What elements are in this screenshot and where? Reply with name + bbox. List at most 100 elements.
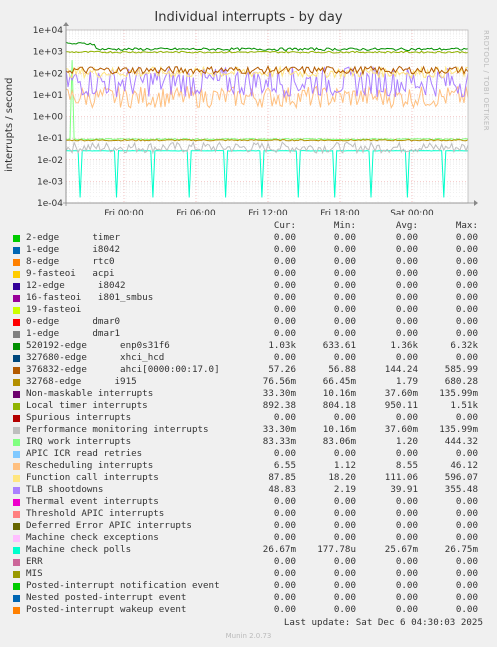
series-name: ERR xyxy=(26,556,43,567)
legend-row: MIS 0.00 0.00 0.00 0.00 xyxy=(0,568,497,580)
legend-row: APIC ICR read retries 0.00 0.00 0.00 0.00 xyxy=(0,448,497,460)
series-min: 0.00 xyxy=(333,568,356,579)
series-min: 83.06m xyxy=(322,436,356,447)
series-cur: 0.00 xyxy=(273,508,296,519)
series-avg: 0.00 xyxy=(395,232,418,243)
series-min: 633.61 xyxy=(322,340,356,351)
legend-swatch xyxy=(13,511,20,518)
series-cur: 0.00 xyxy=(273,316,296,327)
series-cur: 26.67m xyxy=(262,544,296,555)
series-avg: 0.00 xyxy=(395,556,418,567)
series-max: 0.00 xyxy=(455,352,478,363)
series-avg: 0.00 xyxy=(395,592,418,603)
series-avg: 0.00 xyxy=(395,268,418,279)
series-cur: 0.00 xyxy=(273,280,296,291)
legend-swatch xyxy=(13,391,20,398)
chart-plot: 1e-04 1e-03 1e-02 1e-01 1e+00 1e+01 1e+02 1e+03… xyxy=(33,22,478,215)
legend-row: Non-maskable interrupts 33.30m 10.16m 37.60… xyxy=(0,388,497,400)
series-min: 2.19 xyxy=(333,484,356,495)
series-avg: 0.00 xyxy=(395,496,418,507)
series-cur: 57.26 xyxy=(268,364,296,375)
legend-row: 32768-edge i915 76.56m 66.45m 1.79 680.28 xyxy=(0,376,497,388)
series-max: 0.00 xyxy=(455,268,478,279)
series-name: 376832-edge ahci[0000:00:17.0] xyxy=(26,364,220,375)
series-min: 0.00 xyxy=(333,556,356,567)
series-cur: 892.38 xyxy=(262,400,296,411)
series-name: 1-edge i8042 xyxy=(26,244,121,255)
legend-swatch xyxy=(13,451,20,458)
series-cur: 87.85 xyxy=(268,472,296,483)
legend-swatch xyxy=(13,295,20,302)
series-name: 19-fasteoi xyxy=(26,304,82,315)
legend-row: 9-fasteoi acpi 0.00 0.00 0.00 0.00 xyxy=(0,268,497,280)
series-min: 0.00 xyxy=(333,244,356,255)
legend-swatch xyxy=(13,331,20,338)
legend-swatch xyxy=(13,523,20,530)
series-avg: 1.79 xyxy=(395,376,418,387)
series-cur: 33.30m xyxy=(262,424,296,435)
series-name: Function call interrupts xyxy=(26,472,159,483)
series-name: Posted-interrupt wakeup event xyxy=(26,604,187,615)
series-min: 0.00 xyxy=(333,520,356,531)
series-max: 0.00 xyxy=(455,280,478,291)
series-min: 0.00 xyxy=(333,592,356,603)
legend-row: 8-edge rtc0 0.00 0.00 0.00 0.00 xyxy=(0,256,497,268)
last-update: Last update: Sat Dec 6 04:30:03 2025 xyxy=(283,617,483,628)
legend-row: Spurious interrupts 0.00 0.00 0.00 0.00 xyxy=(0,412,497,424)
series-cur: 0.00 xyxy=(273,244,296,255)
series-min: 0.00 xyxy=(333,256,356,267)
legend-swatch xyxy=(13,247,20,254)
header-avg: Avg: xyxy=(395,220,418,231)
series-avg: 37.60m xyxy=(384,388,418,399)
series-cur: 0.00 xyxy=(273,304,296,315)
legend-row: Machine check polls 26.67m 177.78u 25.67m 26… xyxy=(0,544,497,556)
series-avg: 0.00 xyxy=(395,580,418,591)
legend-row: Machine check exceptions 0.00 0.00 0.00 0.00 xyxy=(0,532,497,544)
legend-swatch xyxy=(13,355,20,362)
series-cur: 0.00 xyxy=(273,448,296,459)
series-cur: 6.55 xyxy=(273,460,296,471)
series-name: MIS xyxy=(26,568,43,579)
series-max: 0.00 xyxy=(455,256,478,267)
series-name: 12-edge i8042 xyxy=(26,280,126,291)
series-min: 0.00 xyxy=(333,328,356,339)
legend-row: 327680-edge xhci_hcd 0.00 0.00 0.00 0.00 xyxy=(0,352,497,364)
series-max: 355.48 xyxy=(444,484,478,495)
y-tick-label: 1e+03 xyxy=(33,48,63,58)
legend-header: Cur: Min: Avg: Max: xyxy=(0,220,497,232)
legend-row: 12-edge i8042 0.00 0.00 0.00 0.00 xyxy=(0,280,497,292)
legend-row: 2-edge timer 0.00 0.00 0.00 0.00 xyxy=(0,232,497,244)
series-min: 0.00 xyxy=(333,232,356,243)
legend-row: Local timer interrupts 892.38 804.18 950.11… xyxy=(0,400,497,412)
legend-swatch xyxy=(13,379,20,386)
series-cur: 0.00 xyxy=(273,328,296,339)
series-max: 0.00 xyxy=(455,292,478,303)
series-min: 56.88 xyxy=(328,364,356,375)
header-cur: Cur: xyxy=(273,220,296,231)
legend-swatch xyxy=(13,307,20,314)
series-cur: 0.00 xyxy=(273,496,296,507)
series-max: 1.51k xyxy=(450,400,478,411)
y-tick-label: 1e+02 xyxy=(33,69,63,79)
legend-row: Posted-interrupt notification event 0.00 0… xyxy=(0,580,497,592)
series-avg: 8.55 xyxy=(395,460,418,471)
series-min: 177.78u xyxy=(317,544,356,555)
series-name: 32768-edge i915 xyxy=(26,376,137,387)
y-tick-label: 1e+00 xyxy=(33,113,64,123)
series-avg: 0.00 xyxy=(395,532,418,543)
series-min: 0.00 xyxy=(333,604,356,615)
series-avg: 144.24 xyxy=(384,364,418,375)
series-cur: 0.00 xyxy=(273,580,296,591)
series-name: 2-edge timer xyxy=(26,232,121,243)
series-avg: 950.11 xyxy=(384,400,418,411)
legend-row: Posted-interrupt wakeup event 0.00 0.00 0.0… xyxy=(0,604,497,616)
series-max: 0.00 xyxy=(455,496,478,507)
x-tick-label: Fri 18:00 xyxy=(320,209,360,215)
series-name: APIC ICR read retries xyxy=(26,448,143,459)
series-avg: 0.00 xyxy=(395,316,418,327)
series-max: 596.07 xyxy=(444,472,478,483)
legend-row: IRQ work interrupts 83.33m 83.06m 1.20 444.3… xyxy=(0,436,497,448)
legend-swatch xyxy=(13,259,20,266)
legend-row: 19-fasteoi 0.00 0.00 0.00 0.00 xyxy=(0,304,497,316)
series-avg: 0.00 xyxy=(395,520,418,531)
